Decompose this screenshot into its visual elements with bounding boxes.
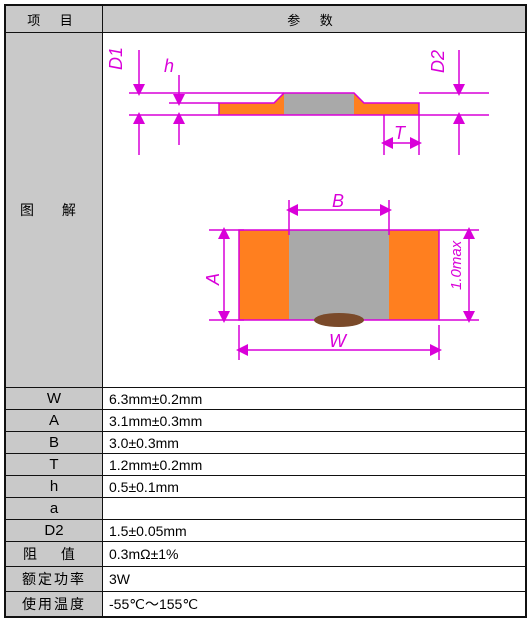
param-name: D2 [5, 520, 103, 542]
dim-h: h [164, 56, 174, 76]
header-param: 参 数 [103, 5, 527, 33]
param-value [103, 498, 527, 520]
param-value: 3W [103, 567, 527, 592]
table-row: 使用温度-55℃～155℃ [5, 592, 526, 618]
table-row: h0.5±0.1mm [5, 476, 526, 498]
param-value: -55℃～155℃ [103, 592, 527, 618]
param-name: 额定功率 [5, 567, 103, 592]
param-value: 1.2mm±0.2mm [103, 454, 527, 476]
param-value: 6.3mm±0.2mm [103, 388, 527, 410]
param-name: 使用温度 [5, 592, 103, 618]
table-row: D21.5±0.05mm [5, 520, 526, 542]
param-value: 1.5±0.05mm [103, 520, 527, 542]
param-value: 0.5±0.1mm [103, 476, 527, 498]
diagram-cell: D1 h D2 T [103, 33, 527, 388]
param-name: B [5, 432, 103, 454]
param-value: 3.0±0.3mm [103, 432, 527, 454]
dim-w: W [329, 331, 348, 351]
dim-b: B [332, 191, 344, 211]
table-row: B3.0±0.3mm [5, 432, 526, 454]
table-row: a [5, 498, 526, 520]
param-name: h [5, 476, 103, 498]
dim-t: T [394, 123, 407, 143]
dim-d2: D2 [428, 50, 448, 73]
param-name: a [5, 498, 103, 520]
param-name: W [5, 388, 103, 410]
dim-note: 1.0max [448, 240, 465, 290]
param-name: A [5, 410, 103, 432]
component-diagram: D1 h D2 T [109, 35, 519, 385]
dim-a: A [203, 273, 223, 286]
param-value: 3.1mm±0.3mm [103, 410, 527, 432]
table-row: 阻 值0.3mΩ±1% [5, 542, 526, 567]
header-item: 项 目 [5, 5, 103, 33]
table-row: W6.3mm±0.2mm [5, 388, 526, 410]
param-value: 0.3mΩ±1% [103, 542, 527, 567]
diagram-label: 图 解 [5, 33, 103, 388]
param-name: T [5, 454, 103, 476]
table-row: 额定功率3W [5, 567, 526, 592]
param-name: 阻 值 [5, 542, 103, 567]
table-row: A3.1mm±0.3mm [5, 410, 526, 432]
table-row: T1.2mm±0.2mm [5, 454, 526, 476]
spec-table: 项 目 参 数 图 解 [4, 4, 527, 618]
dim-d1: D1 [109, 47, 126, 70]
